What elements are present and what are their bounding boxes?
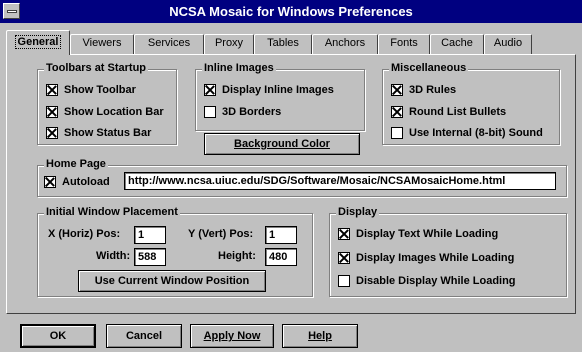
- checkbox-label: Autoload: [62, 176, 110, 188]
- display-images-checkbox[interactable]: Display Images While Loading: [338, 250, 514, 266]
- display-inline-images-checkbox[interactable]: Display Inline Images: [204, 82, 334, 98]
- checkbox-icon: [46, 106, 58, 118]
- disable-display-checkbox[interactable]: Disable Display While Loading: [338, 273, 516, 289]
- checkbox-icon: [44, 176, 56, 188]
- tab-fonts[interactable]: Fonts: [378, 34, 430, 54]
- checkbox-label: Display Images While Loading: [356, 252, 515, 264]
- checkbox-icon: [338, 252, 350, 264]
- display-legend: Display: [336, 206, 380, 218]
- inline-images-legend: Inline Images: [202, 62, 276, 74]
- tab-anchors[interactable]: Anchors: [312, 34, 378, 54]
- title-bar: NCSA Mosaic for Windows Preferences: [0, 0, 582, 23]
- display-group: Display Display Text While Loading Displ…: [329, 206, 567, 297]
- checkbox-icon: [46, 127, 58, 139]
- height-label: Height:: [218, 250, 256, 262]
- inline-images-group: Inline Images Display Inline Images 3D B…: [195, 62, 365, 131]
- checkbox-label: Display Inline Images: [222, 84, 334, 96]
- checkbox-label: Display Text While Loading: [356, 228, 499, 240]
- checkbox-label: Show Location Bar: [64, 106, 164, 118]
- checkbox-icon: [391, 127, 403, 139]
- checkbox-label: Round List Bullets: [409, 106, 507, 118]
- checkbox-icon: [391, 106, 403, 118]
- tab-viewers[interactable]: Viewers: [70, 34, 134, 54]
- x-pos-input[interactable]: 1: [134, 226, 166, 244]
- window-placement-legend: Initial Window Placement: [44, 206, 180, 218]
- internal-sound-checkbox[interactable]: Use Internal (8-bit) Sound: [391, 125, 543, 141]
- window-title: NCSA Mosaic for Windows Preferences: [169, 4, 413, 19]
- checkbox-label: Show Status Bar: [64, 127, 152, 139]
- checkbox-icon: [391, 84, 403, 96]
- background-color-button[interactable]: Background Color: [204, 133, 360, 155]
- home-page-group: Home Page Autoload http://www.ncsa.uiuc.…: [37, 158, 567, 197]
- tab-services[interactable]: Services: [134, 34, 204, 54]
- cancel-button[interactable]: Cancel: [106, 324, 182, 348]
- checkbox-label: Disable Display While Loading: [356, 275, 516, 287]
- help-button[interactable]: Help: [282, 324, 358, 348]
- checkbox-icon: [338, 228, 350, 240]
- checkbox-label: 3D Rules: [409, 84, 457, 96]
- general-tab-page: Toolbars at Startup Show Toolbar Show Lo…: [6, 54, 576, 314]
- checkbox-icon: [204, 106, 216, 118]
- y-pos-input[interactable]: 1: [265, 226, 297, 244]
- miscellaneous-group: Miscellaneous 3D Rules Round List Bullet…: [382, 62, 560, 145]
- use-current-position-button[interactable]: Use Current Window Position: [78, 270, 266, 292]
- checkbox-label: Use Internal (8-bit) Sound: [409, 127, 543, 139]
- round-list-bullets-checkbox[interactable]: Round List Bullets: [391, 104, 506, 120]
- show-status-bar-checkbox[interactable]: Show Status Bar: [46, 125, 151, 141]
- ok-button[interactable]: OK: [20, 324, 96, 348]
- apply-now-button[interactable]: Apply Now: [190, 324, 274, 348]
- tab-general[interactable]: General: [6, 30, 70, 55]
- show-toolbar-checkbox[interactable]: Show Toolbar: [46, 82, 136, 98]
- height-input[interactable]: 480: [265, 248, 297, 266]
- x-pos-label: X (Horiz) Pos:: [48, 228, 121, 240]
- 3d-borders-checkbox[interactable]: 3D Borders: [204, 104, 281, 120]
- toolbars-group: Toolbars at Startup Show Toolbar Show Lo…: [37, 62, 177, 145]
- toolbars-legend: Toolbars at Startup: [44, 62, 149, 74]
- width-input[interactable]: 588: [134, 248, 166, 266]
- width-label: Width:: [96, 250, 131, 262]
- display-text-checkbox[interactable]: Display Text While Loading: [338, 226, 498, 242]
- checkbox-icon: [204, 84, 216, 96]
- tab-tables[interactable]: Tables: [254, 34, 312, 54]
- home-page-url-input[interactable]: http://www.ncsa.uiuc.edu/SDG/Software/Mo…: [124, 172, 556, 190]
- autoload-checkbox[interactable]: Autoload: [44, 174, 110, 190]
- home-page-legend: Home Page: [44, 158, 108, 170]
- show-location-bar-checkbox[interactable]: Show Location Bar: [46, 104, 164, 120]
- 3d-rules-checkbox[interactable]: 3D Rules: [391, 82, 456, 98]
- window-placement-group: Initial Window Placement X (Horiz) Pos: …: [37, 206, 313, 297]
- y-pos-label: Y (Vert) Pos:: [188, 228, 254, 240]
- tab-cache[interactable]: Cache: [430, 34, 484, 54]
- tab-proxy[interactable]: Proxy: [204, 34, 254, 54]
- checkbox-label: 3D Borders: [222, 106, 282, 118]
- miscellaneous-legend: Miscellaneous: [389, 62, 469, 74]
- checkbox-icon: [338, 275, 350, 287]
- tab-audio[interactable]: Audio: [484, 34, 532, 54]
- checkbox-icon: [46, 84, 58, 96]
- checkbox-label: Show Toolbar: [64, 84, 136, 96]
